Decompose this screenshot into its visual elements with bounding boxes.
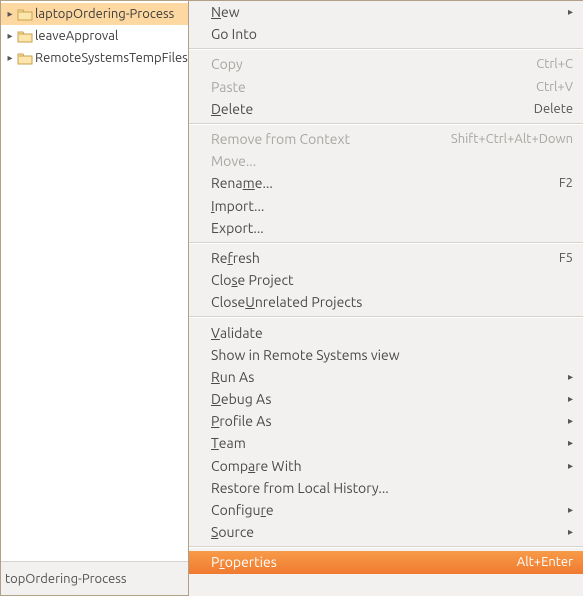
menu-shortcut: Alt+Enter xyxy=(517,555,573,569)
expand-arrow-icon: ▸ xyxy=(5,52,15,64)
menu-item-label: Import... xyxy=(211,198,264,214)
menu-item-label: Source xyxy=(211,524,254,540)
menu-separator xyxy=(189,546,583,548)
menu-item-paste: Paste Ctrl+V xyxy=(189,76,583,98)
menu-item-label: Debug As xyxy=(211,391,271,407)
menu-item-refresh[interactable]: Refresh F5 xyxy=(189,247,583,269)
menu-item-label: Close Unrelated Projects xyxy=(211,294,362,310)
menu-item-close-project[interactable]: Close Project xyxy=(189,269,583,291)
tree-item[interactable]: ▸ RemoteSystemsTempFiles xyxy=(1,47,188,69)
expand-arrow-icon: ▸ xyxy=(5,8,15,20)
tree-item[interactable]: ▸ laptopOrdering-Process xyxy=(1,3,188,25)
submenu-arrow-icon: ▸ xyxy=(568,460,573,472)
menu-item-label: Export... xyxy=(211,220,264,236)
menu-item-label: Close Project xyxy=(211,272,293,288)
open-folder-icon xyxy=(17,51,33,65)
menu-item-import[interactable]: Import... xyxy=(189,195,583,217)
menu-separator xyxy=(189,48,583,50)
menu-item-label: Copy xyxy=(211,56,243,72)
status-text: topOrdering-Process xyxy=(5,572,127,586)
tree-item-label: laptopOrdering-Process xyxy=(35,7,174,21)
menu-item-label: Properties xyxy=(211,554,277,570)
menu-item-label: Profile As xyxy=(211,413,272,429)
menu-shortcut: Ctrl+C xyxy=(536,57,573,71)
menu-separator xyxy=(189,123,583,125)
tree-item-label: RemoteSystemsTempFiles xyxy=(35,51,188,65)
menu-shortcut: Shift+Ctrl+Alt+Down xyxy=(451,132,573,146)
menu-item-label: Team xyxy=(211,435,246,451)
submenu-arrow-icon: ▸ xyxy=(568,6,573,18)
tree-item[interactable]: ▸ leaveApproval xyxy=(1,25,188,47)
menu-item-delete[interactable]: Delete Delete xyxy=(189,98,583,120)
menu-item-label: Refresh xyxy=(211,250,260,266)
menu-item-label: Configure xyxy=(211,502,274,518)
menu-item-properties[interactable]: Properties Alt+Enter xyxy=(189,551,583,573)
status-bar: topOrdering-Process xyxy=(1,561,188,595)
open-folder-icon xyxy=(17,29,33,43)
menu-item-source[interactable]: Source ▸ xyxy=(189,521,583,543)
menu-item-label: Restore from Local History... xyxy=(211,480,389,496)
menu-item-configure[interactable]: Configure ▸ xyxy=(189,499,583,521)
menu-item-label: Delete xyxy=(211,101,253,117)
menu-item-move: Move... xyxy=(189,150,583,172)
menu-separator xyxy=(189,242,583,244)
menu-item-show-in-remote-systems-view[interactable]: Show in Remote Systems view xyxy=(189,344,583,366)
tree-item-label: leaveApproval xyxy=(35,29,118,43)
menu-item-export[interactable]: Export... xyxy=(189,217,583,239)
menu-item-label: Move... xyxy=(211,153,256,169)
submenu-arrow-icon: ▸ xyxy=(568,504,573,516)
menu-item-label: Compare With xyxy=(211,458,302,474)
menu-shortcut: F2 xyxy=(559,176,573,190)
menu-item-new[interactable]: New ▸ xyxy=(189,1,583,23)
open-folder-icon xyxy=(17,7,33,21)
menu-item-rename[interactable]: Rename... F2 xyxy=(189,172,583,194)
menu-separator xyxy=(189,316,583,318)
menu-item-profile-as[interactable]: Profile As ▸ xyxy=(189,410,583,432)
submenu-arrow-icon: ▸ xyxy=(568,526,573,538)
menu-item-debug-as[interactable]: Debug As ▸ xyxy=(189,388,583,410)
submenu-arrow-icon: ▸ xyxy=(568,371,573,383)
menu-item-close-unrelated-projects[interactable]: Close Unrelated Projects xyxy=(189,291,583,313)
menu-item-label: Paste xyxy=(211,79,246,95)
submenu-arrow-icon: ▸ xyxy=(568,437,573,449)
menu-item-validate[interactable]: Validate xyxy=(189,321,583,343)
expand-arrow-icon: ▸ xyxy=(5,30,15,42)
menu-shortcut: F5 xyxy=(559,251,573,265)
menu-item-label: Remove from Context xyxy=(211,131,350,147)
menu-item-label: Show in Remote Systems view xyxy=(211,347,400,363)
menu-item-label: Rename... xyxy=(211,175,273,191)
menu-item-copy: Copy Ctrl+C xyxy=(189,53,583,75)
menu-item-label: New xyxy=(211,4,240,20)
menu-item-remove-from-context: Remove from Context Shift+Ctrl+Alt+Down xyxy=(189,128,583,150)
menu-item-restore-from-local-history[interactable]: Restore from Local History... xyxy=(189,477,583,499)
menu-item-go-into[interactable]: Go Into xyxy=(189,23,583,45)
menu-item-team[interactable]: Team ▸ xyxy=(189,432,583,454)
menu-shortcut: Ctrl+V xyxy=(536,80,573,94)
menu-item-label: Go Into xyxy=(211,26,257,42)
menu-item-label: Validate xyxy=(211,325,263,341)
submenu-arrow-icon: ▸ xyxy=(568,393,573,405)
menu-item-run-as[interactable]: Run As ▸ xyxy=(189,366,583,388)
project-tree: ▸ laptopOrdering-Process ▸ leaveApproval… xyxy=(1,1,188,561)
menu-shortcut: Delete xyxy=(534,102,573,116)
menu-item-label: Run As xyxy=(211,369,254,385)
context-menu: New▸Go IntoCopyCtrl+CPasteCtrl+VDeleteDe… xyxy=(188,1,583,596)
submenu-arrow-icon: ▸ xyxy=(568,415,573,427)
menu-item-compare-with[interactable]: Compare With ▸ xyxy=(189,455,583,477)
